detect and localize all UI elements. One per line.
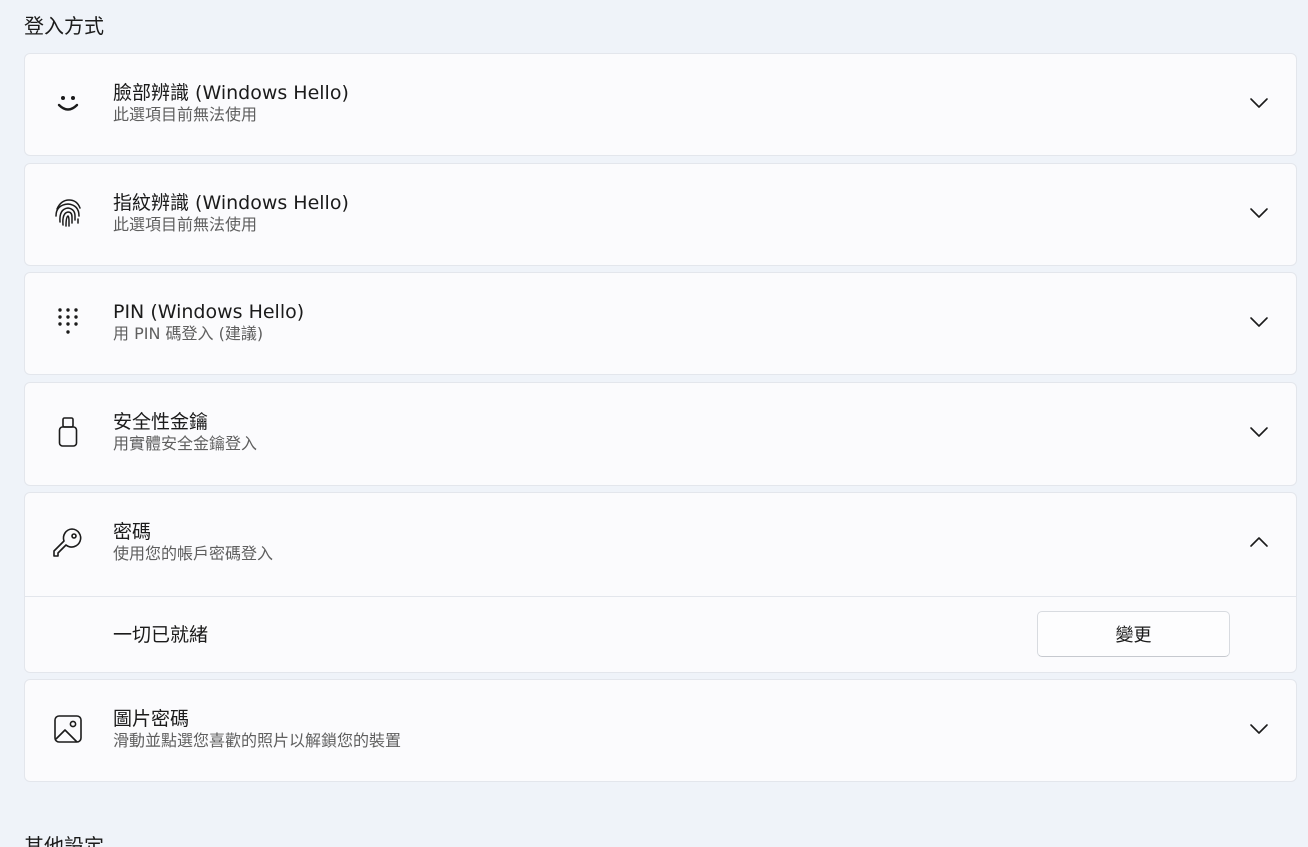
chevron-down-icon[interactable]	[1248, 311, 1270, 333]
option-title: 安全性金鑰	[113, 411, 209, 433]
chevron-up-icon[interactable]	[1248, 531, 1270, 553]
option-subtitle: 使用您的帳戶密碼登入	[113, 544, 274, 563]
face-icon	[51, 86, 85, 120]
option-subtitle: 滑動並點選您喜歡的照片以解鎖您的裝置	[113, 731, 402, 750]
keypad-icon	[51, 305, 85, 339]
option-title: PIN (Windows Hello)	[113, 301, 305, 323]
option-card-security-key[interactable]: 安全性金鑰 用實體安全金鑰登入	[24, 382, 1297, 486]
option-card-fingerprint[interactable]: 指紋辨識 (Windows Hello) 此選項目前無法使用	[24, 163, 1297, 266]
option-header-face[interactable]: 臉部辨識 (Windows Hello) 此選項目前無法使用	[25, 54, 1296, 155]
chevron-down-icon[interactable]	[1248, 718, 1270, 740]
option-card-pin[interactable]: PIN (Windows Hello) 用 PIN 碼登入 (建議)	[24, 272, 1297, 375]
option-subtitle: 用 PIN 碼登入 (建議)	[113, 324, 264, 343]
option-subtitle: 用實體安全金鑰登入	[113, 434, 258, 453]
fingerprint-icon	[51, 196, 85, 230]
option-card-face[interactable]: 臉部辨識 (Windows Hello) 此選項目前無法使用	[24, 53, 1297, 156]
next-section-title: 其他設定	[24, 834, 104, 847]
chevron-down-icon[interactable]	[1248, 202, 1270, 224]
option-title: 臉部辨識 (Windows Hello)	[113, 82, 349, 104]
password-expanded-panel: 一切已就緒 變更	[25, 596, 1296, 672]
sign-in-options-page: 登入方式 臉部辨識 (Windows Hello) 此選項目前無法使用 指紋辨識…	[0, 0, 1308, 847]
option-header-picture-password[interactable]: 圖片密碼 滑動並點選您喜歡的照片以解鎖您的裝置	[25, 680, 1296, 781]
option-subtitle: 此選項目前無法使用	[113, 105, 258, 124]
picture-icon	[51, 712, 85, 746]
option-title: 圖片密碼	[113, 708, 190, 730]
usb-key-icon	[51, 415, 85, 449]
option-title: 指紋辨識 (Windows Hello)	[113, 192, 349, 214]
section-title: 登入方式	[24, 14, 104, 38]
option-header-security-key[interactable]: 安全性金鑰 用實體安全金鑰登入	[25, 383, 1296, 484]
option-title: 密碼	[113, 521, 152, 543]
option-card-password[interactable]: 密碼 使用您的帳戶密碼登入 一切已就緒 變更	[24, 492, 1297, 673]
option-subtitle: 此選項目前無法使用	[113, 215, 258, 234]
option-header-password[interactable]: 密碼 使用您的帳戶密碼登入	[25, 493, 1296, 596]
key-icon	[51, 525, 85, 559]
password-status: 一切已就緒	[113, 624, 209, 646]
chevron-down-icon[interactable]	[1248, 421, 1270, 443]
chevron-down-icon[interactable]	[1248, 92, 1270, 114]
option-header-pin[interactable]: PIN (Windows Hello) 用 PIN 碼登入 (建議)	[25, 273, 1296, 374]
option-header-fingerprint[interactable]: 指紋辨識 (Windows Hello) 此選項目前無法使用	[25, 164, 1296, 265]
option-card-picture-password[interactable]: 圖片密碼 滑動並點選您喜歡的照片以解鎖您的裝置	[24, 679, 1297, 782]
change-password-button[interactable]: 變更	[1037, 611, 1230, 657]
